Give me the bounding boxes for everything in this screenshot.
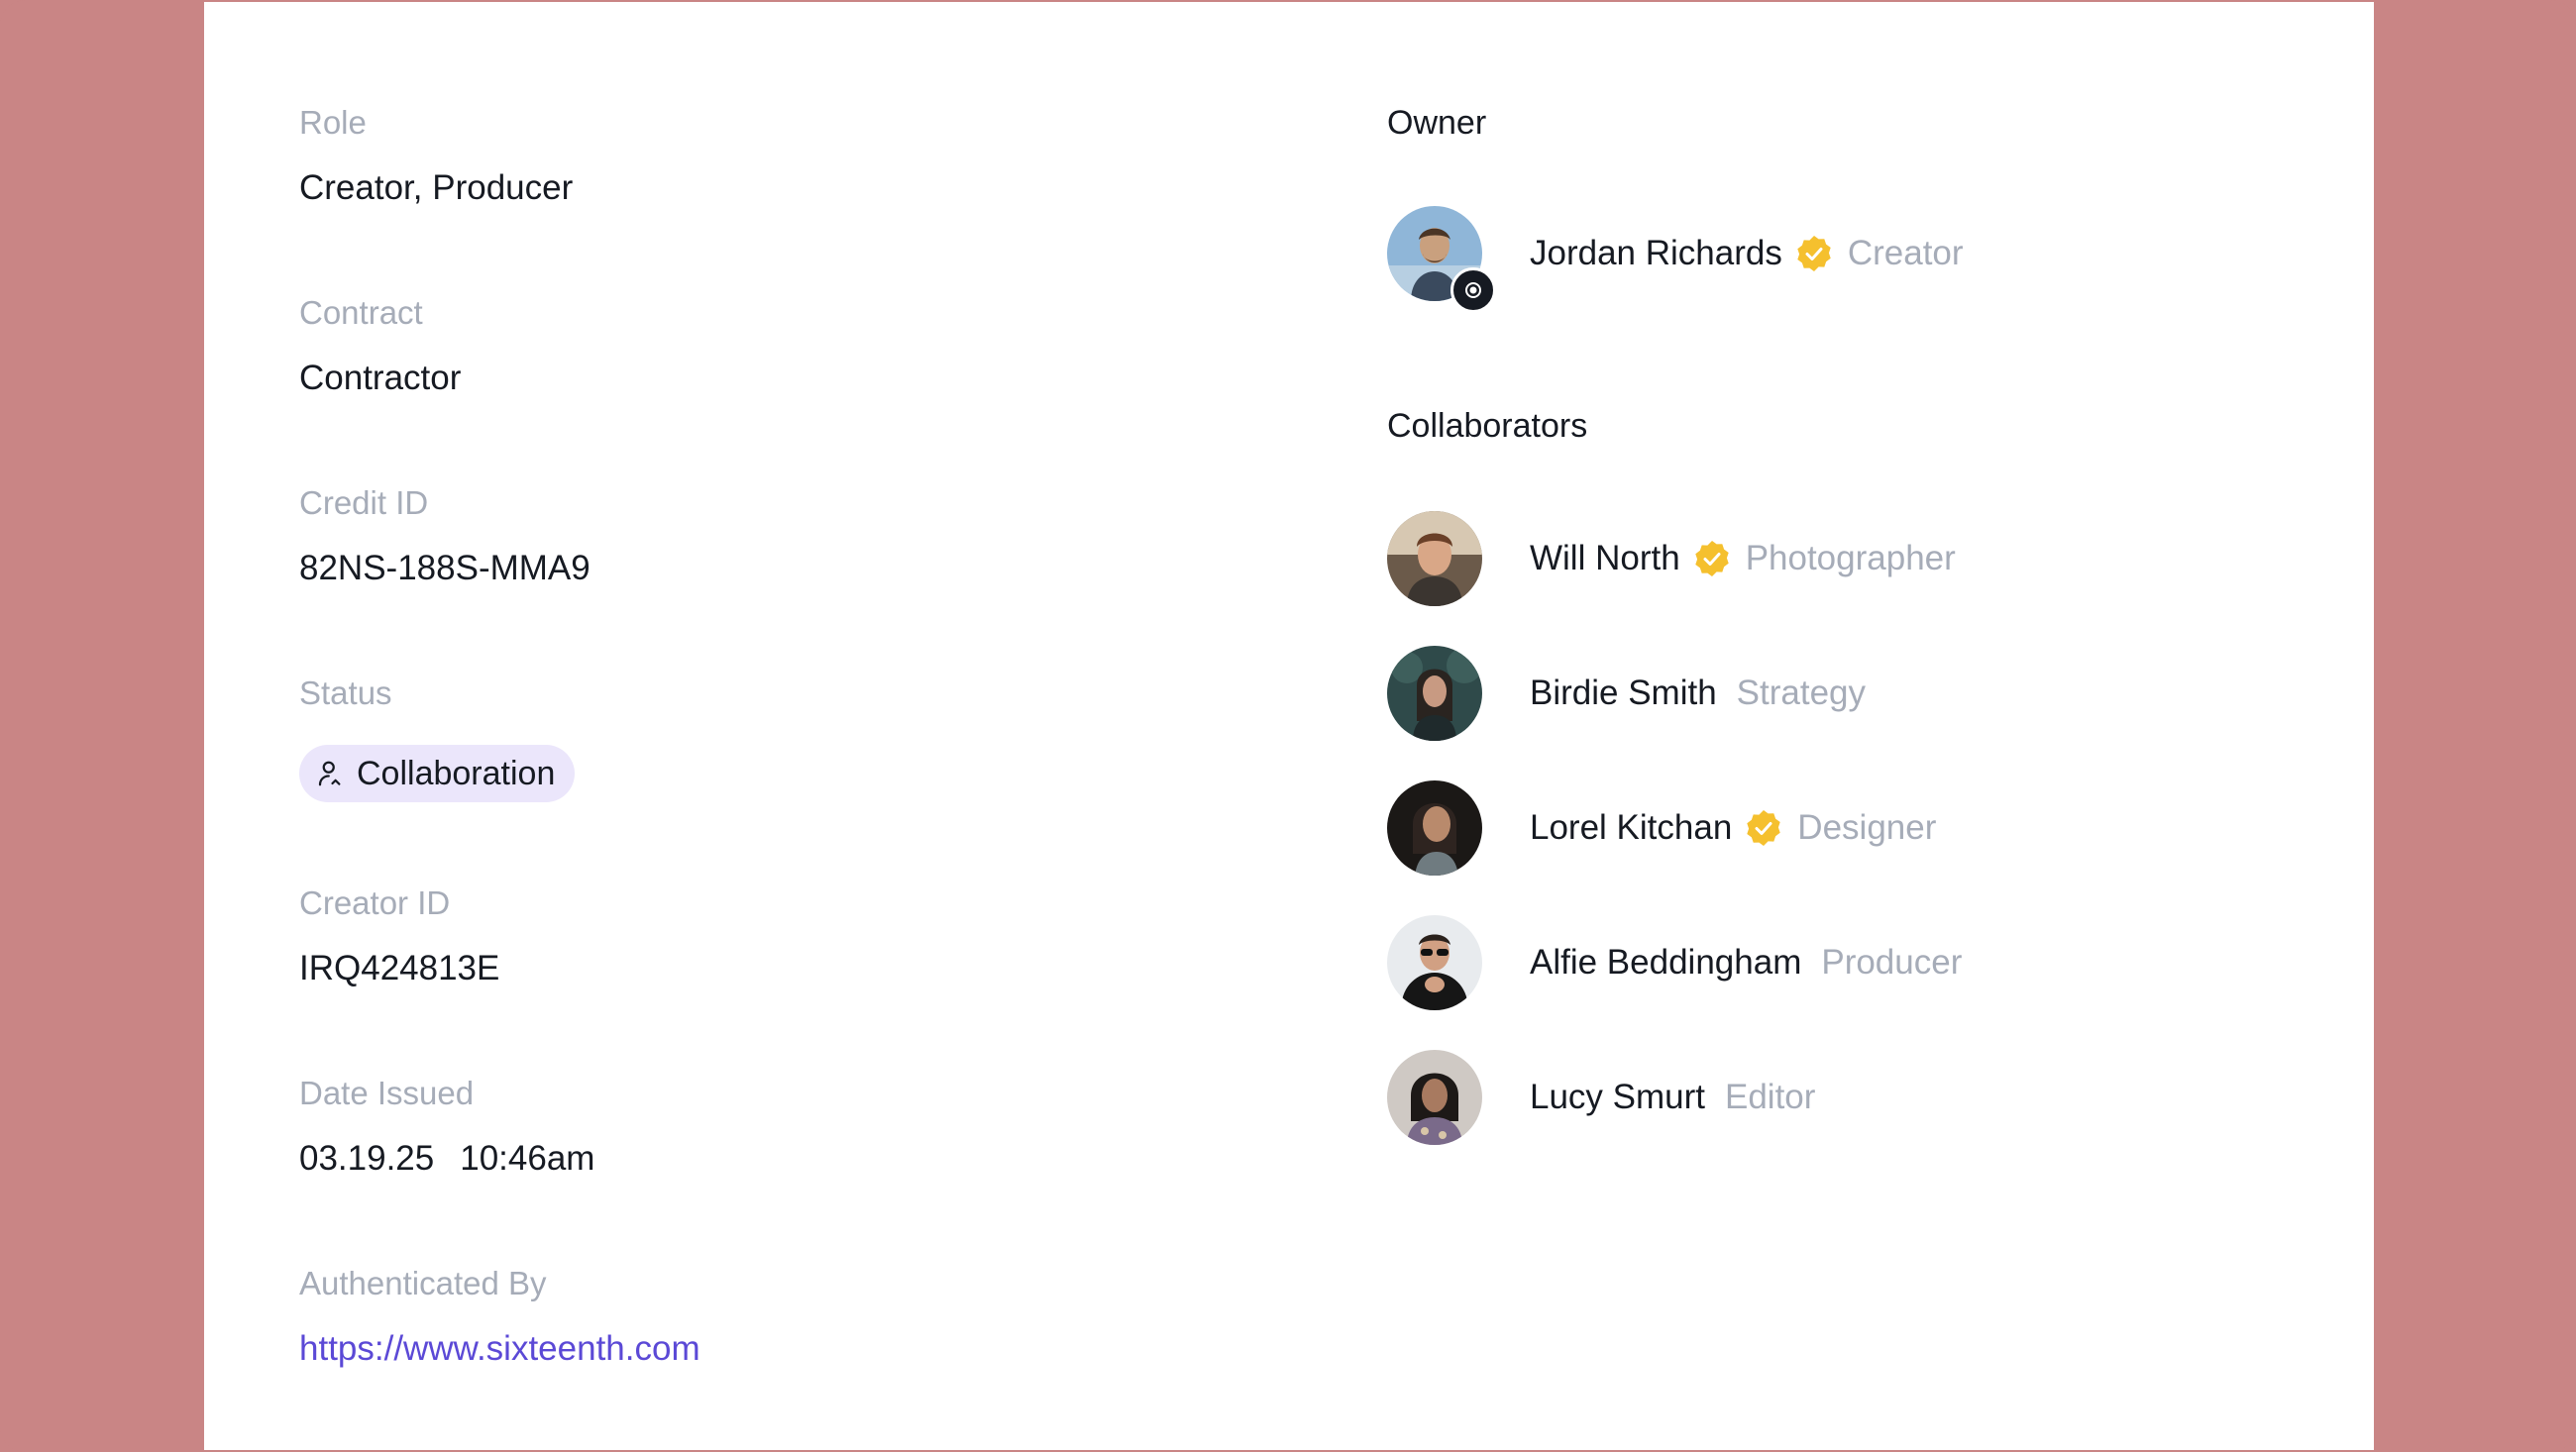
collaborator-name: Will North: [1530, 539, 1680, 577]
role-label: Role: [299, 104, 367, 141]
collaborator-row[interactable]: Birdie Smith Strategy: [1387, 646, 1866, 741]
collaborator-row[interactable]: Will North Photographer: [1387, 511, 1956, 606]
owner-title: Owner: [1387, 104, 1487, 142]
date-issued-date: 03.19.25: [299, 1139, 435, 1178]
role-value: Creator, Producer: [299, 168, 574, 207]
authenticated-by-link[interactable]: https://www.sixteenth.com: [299, 1329, 700, 1369]
collaborator-avatar-image: [1387, 1050, 1482, 1145]
date-issued-time: 10:46am: [460, 1139, 595, 1178]
status-label: Status: [299, 674, 392, 711]
collaborator-row[interactable]: Lucy Smurt Editor: [1387, 1050, 1815, 1145]
eye-icon[interactable]: [1450, 267, 1496, 313]
contract-label: Contract: [299, 294, 423, 331]
collaborator-avatar-image: [1387, 780, 1482, 876]
owner-role: Creator: [1847, 234, 1964, 272]
date-issued-field: Date Issued 03.19.25 10:46am: [299, 1074, 594, 1178]
collaborator-row[interactable]: Alfie Beddingham Producer: [1387, 915, 1962, 1010]
owner-row[interactable]: Jordan Richards Creator: [1387, 206, 1964, 313]
date-issued-label: Date Issued: [299, 1075, 475, 1111]
contract-value: Contractor: [299, 359, 462, 397]
owner-name: Jordan Richards: [1530, 234, 1782, 272]
collaborator-name: Birdie Smith: [1530, 674, 1717, 712]
avatar[interactable]: [1387, 206, 1496, 313]
status-badge: Collaboration: [299, 745, 576, 802]
page-frame: Role Creator, Producer Contract Contract…: [0, 0, 2576, 1452]
collaborator-name: Lorel Kitchan: [1530, 808, 1733, 847]
collaborator-role: Designer: [1797, 808, 1937, 847]
status-field: Status Collaboration: [299, 674, 576, 802]
collaborator-role: Strategy: [1736, 674, 1867, 712]
creator-id-label: Creator ID: [299, 884, 451, 921]
avatar[interactable]: [1387, 646, 1482, 741]
collaborator-avatar-image: [1387, 915, 1482, 1010]
avatar[interactable]: [1387, 780, 1482, 876]
avatar[interactable]: [1387, 1050, 1482, 1145]
collaborator-name: Lucy Smurt: [1530, 1078, 1705, 1116]
verified-icon: [1747, 810, 1780, 846]
collaborator-role: Editor: [1725, 1078, 1816, 1116]
credit-id-value: 82NS-188S-MMA9: [299, 549, 590, 587]
collaborator-avatar-image: [1387, 511, 1482, 606]
creator-id-value: IRQ424813E: [299, 949, 500, 987]
details-card: Role Creator, Producer Contract Contract…: [204, 2, 2374, 1450]
avatar[interactable]: [1387, 511, 1482, 606]
date-issued-value: 03.19.25 10:46am: [299, 1139, 594, 1179]
collaborator-name: Alfie Beddingham: [1530, 943, 1802, 982]
credit-id-label: Credit ID: [299, 484, 429, 521]
collaborators-title: Collaborators: [1387, 407, 1588, 445]
contract-field: Contract Contractor: [299, 293, 461, 397]
role-field: Role Creator, Producer: [299, 103, 573, 207]
status-value: Collaboration: [357, 754, 556, 792]
avatar[interactable]: [1387, 915, 1482, 1010]
collaborator-role: Photographer: [1745, 539, 1956, 577]
creator-id-field: Creator ID IRQ424813E: [299, 883, 499, 987]
verified-icon: [1797, 236, 1831, 271]
authenticated-by-field: Authenticated By https://www.sixteenth.c…: [299, 1264, 700, 1368]
user-icon: [318, 761, 341, 786]
credit-id-field: Credit ID 82NS-188S-MMA9: [299, 483, 590, 587]
authenticated-by-label: Authenticated By: [299, 1265, 547, 1301]
collaborator-avatar-image: [1387, 646, 1482, 741]
collaborator-role: Producer: [1821, 943, 1963, 982]
verified-icon: [1694, 541, 1729, 576]
collaborator-row[interactable]: Lorel Kitchan Designer: [1387, 780, 1936, 876]
